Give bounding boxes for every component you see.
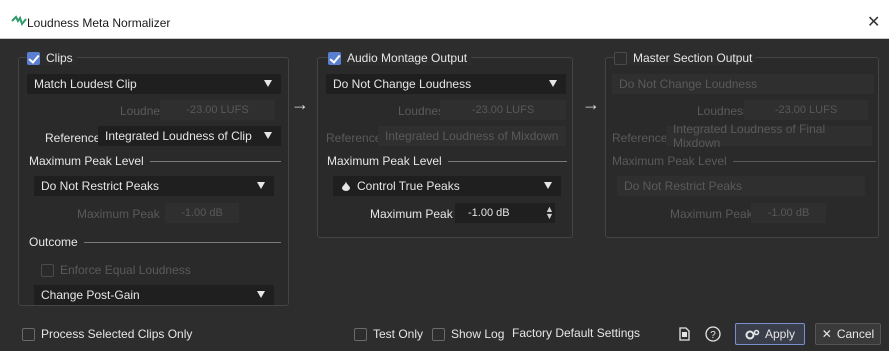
enforce-equal-loudness-label: Enforce Equal Loudness [60, 263, 191, 277]
chevron-down-icon [549, 80, 557, 87]
clips-checkbox[interactable] [27, 51, 40, 65]
montage-mode-select[interactable]: Do Not Change Loudness [326, 74, 566, 94]
enforce-equal-loudness-option[interactable]: Enforce Equal Loudness [41, 263, 191, 277]
clips-title: Clips [46, 51, 73, 65]
max-peak-spinner[interactable]: ▲ ▼ [545, 205, 554, 221]
chevron-down-icon [264, 132, 272, 139]
montage-peak-mode-select[interactable]: Control True Peaks [333, 176, 561, 196]
montage-max-peak-value: -1.00 dB [468, 207, 510, 219]
clips-reference-label: Reference [45, 131, 101, 145]
show-log-label: Show Log [451, 327, 505, 341]
clips-reference-value: Integrated Loudness of Clip [105, 129, 252, 143]
show-log-checkbox[interactable] [432, 327, 445, 341]
clips-max-peak-value: -1.00 dB [181, 207, 223, 219]
montage-max-peak-section: Maximum Peak Level [327, 154, 567, 168]
preset-label: Factory Default Settings [512, 326, 641, 340]
test-only-option[interactable]: Test Only [354, 327, 423, 341]
master-reference-select[interactable]: Integrated Loudness of Final Mixdown [666, 122, 872, 150]
montage-reference-value: Integrated Loudness of Mixdown [385, 129, 559, 143]
process-selected-checkbox[interactable] [22, 327, 35, 341]
montage-checkbox[interactable] [328, 51, 341, 65]
test-only-checkbox[interactable] [354, 327, 367, 341]
clips-loudness-value: -23.00 LUFS [186, 104, 249, 116]
montage-header: Audio Montage Output [328, 51, 472, 65]
outcome-mode-value: Change Post-Gain [41, 288, 140, 302]
flow-arrow-icon: → [582, 94, 600, 114]
cancel-button[interactable]: ✕ Cancel [815, 323, 881, 345]
chevron-down-icon [264, 80, 272, 87]
preset-file-icon[interactable] [675, 325, 693, 343]
show-log-option[interactable]: Show Log [432, 327, 504, 341]
clips-peak-mode-value: Do Not Restrict Peaks [41, 179, 160, 193]
clips-max-peak-section: Maximum Peak Level [29, 154, 281, 168]
process-selected-option[interactable]: Process Selected Clips Only [22, 327, 192, 341]
flow-arrow-icon: → [291, 94, 309, 114]
master-loudness-value: -23.00 LUFS [774, 104, 838, 116]
divider [83, 241, 281, 243]
chevron-down-icon [257, 182, 265, 189]
clips-peak-mode-select[interactable]: Do Not Restrict Peaks [34, 176, 274, 196]
master-reference-label: Reference [612, 131, 668, 145]
window-title: Loudness Meta Normalizer [27, 16, 171, 30]
master-mode-select[interactable]: Do Not Change Loudness [612, 74, 874, 94]
master-title: Master Section Output [633, 51, 753, 65]
montage-reference-label: Reference [326, 131, 382, 145]
montage-reference-select[interactable]: Integrated Loudness of Mixdown [378, 126, 566, 146]
montage-max-peak-field[interactable]: -1.00 dB [455, 203, 555, 223]
test-only-label: Test Only [373, 327, 424, 341]
master-header: Master Section Output [614, 51, 757, 65]
drop-icon [342, 181, 350, 191]
clips-max-peak-field[interactable]: -1.00 dB [165, 203, 239, 223]
gears-icon [745, 329, 760, 339]
cancel-label: Cancel [836, 327, 875, 341]
master-max-peak-field[interactable]: -1.00 dB [751, 203, 826, 223]
master-checkbox[interactable] [614, 51, 627, 65]
master-max-peak-value: -1.00 dB [767, 207, 810, 219]
montage-loudness-field[interactable]: -23.00 LUFS [440, 100, 566, 120]
master-reference-value: Integrated Loudness of Final Mixdown [673, 122, 826, 150]
chevron-down-icon [257, 291, 265, 298]
app-logo-icon [11, 15, 27, 27]
preset-select[interactable]: Factory Default Settings [505, 323, 665, 343]
help-icon[interactable]: ? [704, 325, 722, 343]
clips-mode-value: Match Loudest Clip [34, 77, 137, 91]
clips-max-peak-section-label: Maximum Peak Level [29, 154, 144, 168]
clips-mode-select[interactable]: Match Loudest Clip [27, 74, 281, 94]
enforce-equal-loudness-checkbox[interactable] [41, 263, 54, 277]
apply-button[interactable]: Apply [735, 323, 805, 345]
master-loudness-label: Loudness [697, 104, 750, 118]
clips-outcome-section-label: Outcome [29, 235, 78, 249]
divider [149, 160, 281, 162]
clips-header: Clips [27, 51, 77, 65]
montage-loudness-value: -23.00 LUFS [471, 104, 535, 116]
montage-title: Audio Montage Output [347, 51, 468, 65]
process-selected-label: Process Selected Clips Only [41, 327, 193, 341]
master-max-peak-section-label: Maximum Peak Level [612, 154, 727, 168]
clips-max-peak-label: Maximum Peak [77, 207, 160, 221]
dialog-body: Clips Match Loudest Clip Loudness -23.00… [0, 40, 889, 351]
outcome-mode-select[interactable]: Change Post-Gain [34, 285, 274, 305]
title-bar: Loudness Meta Normalizer ✕ [0, 0, 889, 39]
montage-max-peak-label: Maximum Peak [370, 207, 453, 221]
divider [732, 160, 876, 162]
master-max-peak-section: Maximum Peak Level [612, 154, 876, 168]
master-max-peak-label: Maximum Peak [670, 207, 753, 221]
apply-label: Apply [764, 327, 796, 341]
clips-loudness-field[interactable]: -23.00 LUFS [160, 100, 275, 120]
montage-peak-mode-value: Control True Peaks [357, 179, 460, 193]
clips-outcome-section: Outcome [29, 235, 281, 249]
svg-text:?: ? [710, 330, 716, 341]
x-icon: ✕ [821, 327, 832, 341]
master-loudness-field[interactable]: -23.00 LUFS [744, 100, 868, 120]
close-icon[interactable]: ✕ [867, 12, 880, 32]
chevron-down-icon [544, 182, 552, 189]
clips-reference-select[interactable]: Integrated Loudness of Clip [98, 126, 281, 146]
master-peak-mode-select[interactable]: Do Not Restrict Peaks [617, 176, 865, 196]
montage-max-peak-section-label: Maximum Peak Level [327, 154, 442, 168]
montage-mode-value: Do Not Change Loudness [333, 77, 472, 91]
divider [447, 160, 567, 162]
master-peak-mode-value: Do Not Restrict Peaks [624, 179, 743, 193]
master-mode-value: Do Not Change Loudness [619, 77, 758, 91]
spin-down-icon[interactable]: ▼ [545, 212, 554, 221]
